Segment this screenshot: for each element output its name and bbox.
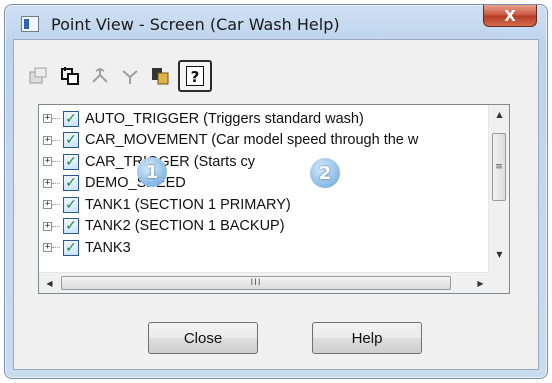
tree-connector	[52, 182, 60, 184]
tree-item-label: DEMO_SPEED	[85, 175, 186, 192]
help-button[interactable]: Help	[312, 322, 422, 354]
disconnect-icon[interactable]	[118, 64, 142, 88]
properties-icon[interactable]	[26, 64, 50, 88]
tree-item-label: CAR_MOVEMENT (Car model speed through th…	[85, 132, 419, 149]
window-close-button[interactable]: X	[483, 5, 537, 27]
vertical-scroll-thumb[interactable]: ≡	[492, 133, 506, 201]
copy-icon[interactable]	[148, 64, 172, 88]
window-title: Point View - Screen (Car Wash Help)	[51, 15, 340, 34]
scroll-up-icon[interactable]: ▲	[489, 105, 509, 123]
expand-icon[interactable]: +	[43, 243, 52, 253]
tree-item-label: AUTO_TRIGGER (Triggers standard wash)	[85, 110, 364, 127]
tree-item-label: TANK2 (SECTION 1 BACKUP)	[85, 218, 285, 235]
window-icon	[21, 16, 39, 32]
tree-item[interactable]: + ✓ TANK3	[39, 237, 489, 259]
tree-item[interactable]: + ✓ CAR_MOVEMENT (Car model speed throug…	[39, 130, 489, 152]
tree-item-label: TANK3	[85, 239, 131, 256]
horizontal-scrollbar[interactable]: ◀ III ▶	[39, 272, 509, 293]
scrollbar-corner	[488, 272, 509, 293]
expand-icon[interactable]: +	[43, 221, 52, 231]
point-tree[interactable]: + ✓ AUTO_TRIGGER (Triggers standard wash…	[38, 104, 510, 294]
vertical-scrollbar[interactable]: ▲ ≡ ▼	[488, 105, 509, 272]
expand-icon[interactable]: +	[43, 157, 52, 167]
checkbox-checked[interactable]: ✓	[63, 132, 79, 149]
tree-connector	[52, 225, 60, 227]
checkbox-checked[interactable]: ✓	[63, 218, 79, 235]
tree-connector	[52, 118, 60, 120]
tree-item[interactable]: + ✓ CAR_TRIGGER (Starts cy	[39, 151, 489, 173]
checkbox-checked[interactable]: ✓	[63, 196, 79, 213]
scroll-left-icon[interactable]: ◀	[39, 274, 60, 292]
tree-connector	[52, 204, 60, 206]
tree-item[interactable]: + ✓ AUTO_TRIGGER (Triggers standard wash…	[39, 108, 489, 130]
tree-connector	[52, 139, 60, 141]
toolbar: ?	[26, 60, 266, 92]
help-glyph: ?	[186, 66, 204, 86]
close-button[interactable]: Close	[148, 322, 258, 354]
tree-item-label: TANK1 (SECTION 1 PRIMARY)	[85, 196, 291, 213]
expand-icon[interactable]: +	[43, 200, 52, 210]
select-point-icon[interactable]	[58, 64, 82, 88]
callout-badge-1: 1	[137, 157, 167, 187]
expand-icon[interactable]: +	[43, 114, 52, 124]
tree-item[interactable]: + ✓ DEMO_SPEED	[39, 173, 489, 195]
scroll-down-icon[interactable]: ▼	[489, 245, 509, 263]
tree-item[interactable]: + ✓ TANK2 (SECTION 1 BACKUP)	[39, 216, 489, 238]
checkbox-checked[interactable]: ✓	[63, 175, 79, 192]
tree-item[interactable]: + ✓ TANK1 (SECTION 1 PRIMARY)	[39, 194, 489, 216]
tree-item-label: CAR_TRIGGER (Starts cy	[85, 153, 255, 170]
tree-items: + ✓ AUTO_TRIGGER (Triggers standard wash…	[39, 108, 489, 273]
expand-icon[interactable]: +	[43, 178, 52, 188]
expand-icon[interactable]: +	[43, 135, 52, 145]
checkbox-checked[interactable]: ✓	[63, 110, 79, 127]
horizontal-scroll-thumb[interactable]: III	[61, 276, 451, 290]
tree-connector	[52, 161, 60, 163]
dialog-body: ? + ✓ AUTO_TRIGGER (Triggers standard wa…	[13, 39, 539, 370]
help-icon[interactable]: ?	[178, 60, 212, 92]
checkbox-checked[interactable]: ✓	[63, 153, 79, 170]
checkbox-checked[interactable]: ✓	[63, 239, 79, 256]
tree-connector	[52, 247, 60, 249]
tree-icon[interactable]	[88, 64, 112, 88]
callout-badge-2: 2	[310, 158, 340, 188]
point-view-dialog: Point View - Screen (Car Wash Help) X ?	[4, 4, 548, 379]
title-bar[interactable]: Point View - Screen (Car Wash Help) X	[5, 5, 547, 39]
